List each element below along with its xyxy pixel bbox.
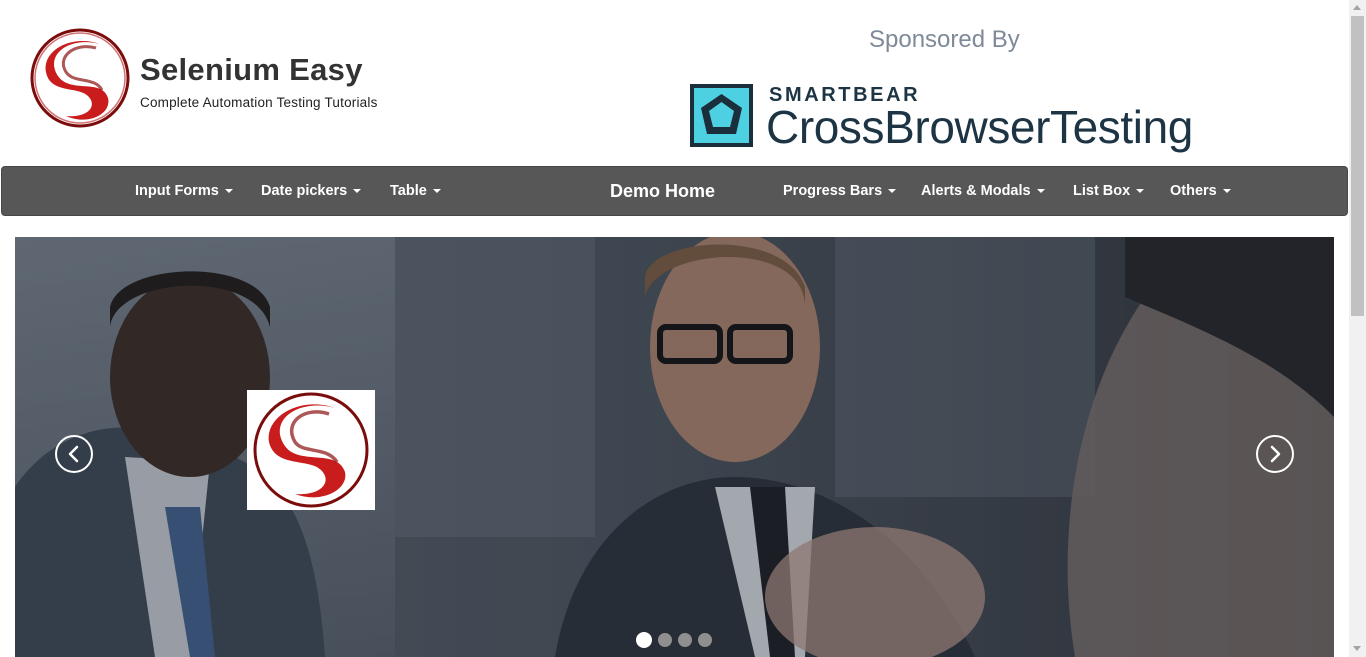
nav-input-forms[interactable]: Input Forms <box>135 167 233 215</box>
vertical-scrollbar[interactable] <box>1349 0 1366 657</box>
chevron-right-icon <box>1270 445 1281 463</box>
scroll-up-arrow-icon[interactable] <box>1353 5 1361 10</box>
nav-progress-bars-label: Progress Bars <box>783 183 883 199</box>
carousel-indicators <box>636 631 718 648</box>
nav-date-pickers[interactable]: Date pickers <box>261 167 362 215</box>
nav-table[interactable]: Table <box>390 167 441 215</box>
brand-title[interactable]: Selenium Easy <box>140 52 363 88</box>
site-header: Selenium Easy Complete Automation Testin… <box>0 0 1349 165</box>
carousel-indicator-4[interactable] <box>698 632 712 647</box>
sponsored-by-heading: Sponsored By <box>869 26 1020 53</box>
caret-down-icon <box>432 189 441 194</box>
slide-logo <box>247 390 375 510</box>
nav-alerts-modals[interactable]: Alerts & Modals <box>921 167 1045 215</box>
smartbear-icon[interactable] <box>690 84 753 147</box>
carousel-next-button[interactable] <box>1256 435 1294 473</box>
nav-date-pickers-label: Date pickers <box>261 183 348 199</box>
carousel-slide-image <box>15 237 1334 657</box>
hero-carousel <box>15 237 1334 657</box>
chevron-left-icon <box>68 445 79 463</box>
crossbrowsertesting-label[interactable]: CrossBrowserTesting <box>766 99 1193 155</box>
nav-demo-home-label: Demo Home <box>610 181 716 201</box>
selenium-easy-logo-icon <box>253 392 369 508</box>
nav-others[interactable]: Others <box>1170 167 1231 215</box>
nav-input-forms-label: Input Forms <box>135 183 219 199</box>
scrollbar-thumb[interactable] <box>1351 16 1364 316</box>
scroll-down-arrow-icon[interactable] <box>1353 646 1361 651</box>
nav-list-box[interactable]: List Box <box>1073 167 1145 215</box>
carousel-indicator-3[interactable] <box>678 632 692 647</box>
caret-down-icon <box>353 189 362 194</box>
nav-demo-home[interactable]: Demo Home <box>610 167 715 215</box>
nav-alerts-modals-label: Alerts & Modals <box>921 183 1031 199</box>
selenium-easy-logo-icon[interactable] <box>30 28 130 128</box>
carousel-indicator-2[interactable] <box>658 632 672 647</box>
caret-down-icon <box>224 189 233 194</box>
caret-down-icon <box>1136 189 1145 194</box>
caret-down-icon <box>1222 189 1231 194</box>
nav-others-label: Others <box>1170 183 1217 199</box>
nav-progress-bars[interactable]: Progress Bars <box>783 167 897 215</box>
nav-table-label: Table <box>390 183 427 199</box>
brand-tagline: Complete Automation Testing Tutorials <box>140 95 378 110</box>
main-navbar: Input Forms Date pickers Table Demo Home… <box>1 166 1348 216</box>
nav-list-box-label: List Box <box>1073 183 1131 199</box>
caret-down-icon <box>888 189 897 194</box>
carousel-prev-button[interactable] <box>55 435 93 473</box>
caret-down-icon <box>1036 189 1045 194</box>
carousel-indicator-1[interactable] <box>636 631 652 648</box>
